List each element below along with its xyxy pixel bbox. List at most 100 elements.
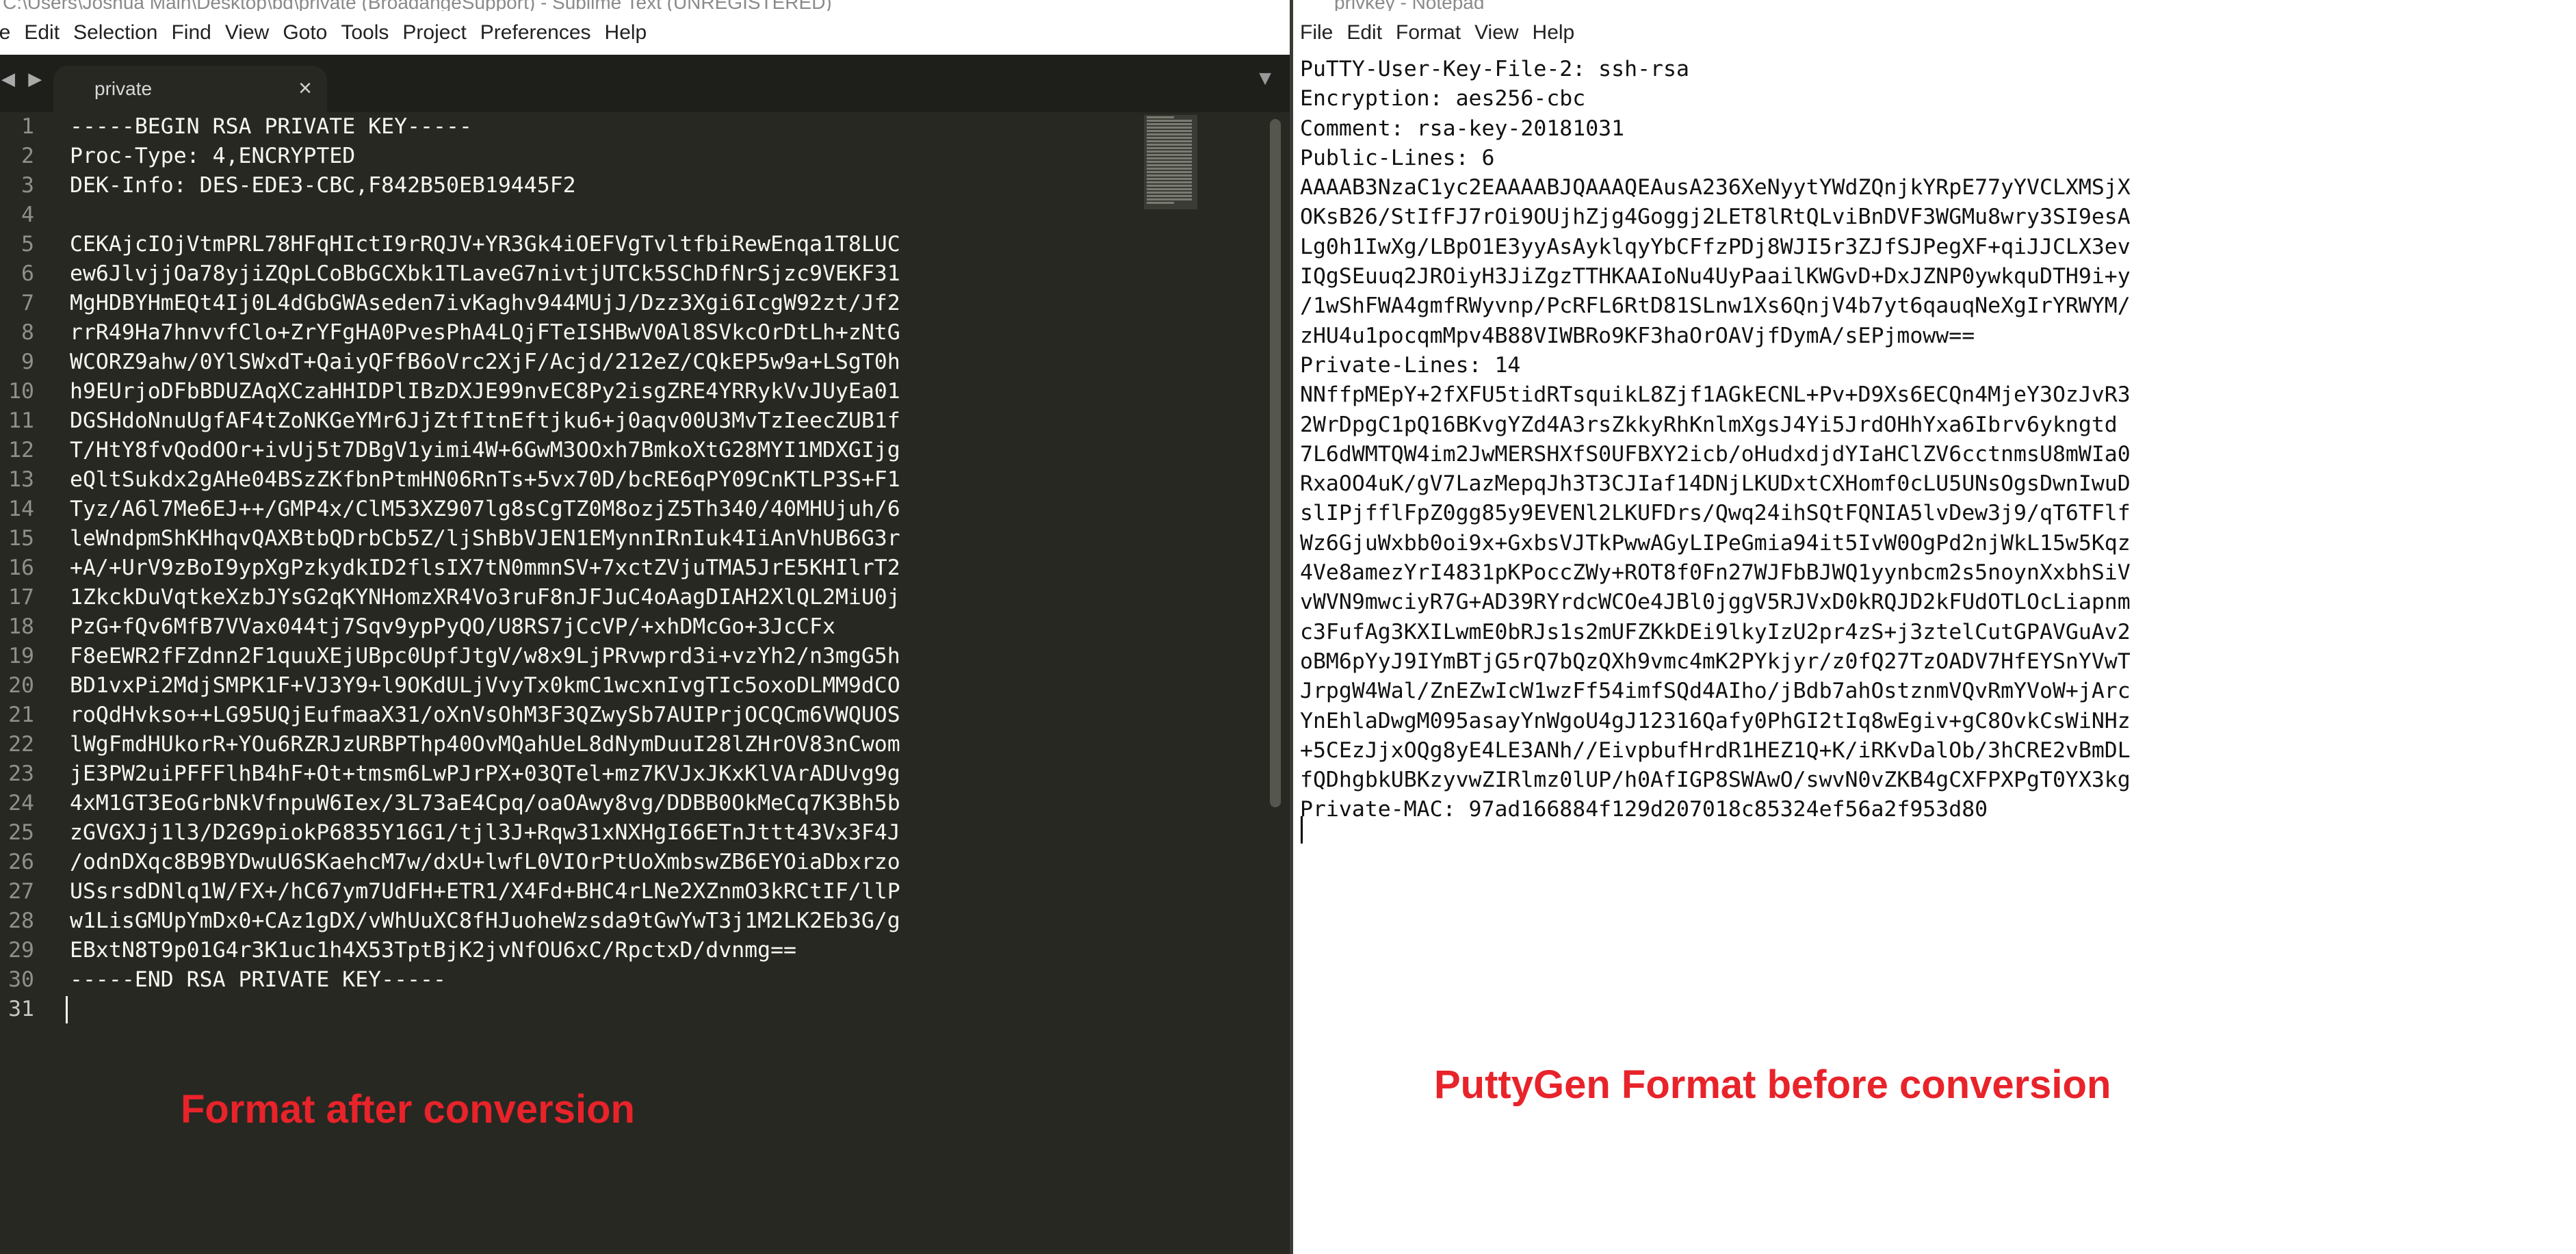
sublime-titlebar: C:\Users\Joshua Main\Desktop\bd\private … [0, 0, 1293, 11]
menu-selection[interactable]: Selection [73, 21, 157, 44]
code-line[interactable]: 21 roQdHvkso++LG95UQjEufmaaX31/oXnVsOhM3F… [0, 701, 1266, 730]
code-editor[interactable]: 1 -----BEGIN RSA PRIVATE KEY----- 2 Proc-Ty… [0, 112, 1266, 1254]
code-line[interactable]: 10 h9EUrjoDFbBDUZAqXCzaHHIDPlIBzDXJE99nvE… [0, 377, 1266, 406]
line-text: rrR49Ha7hnvvfClo+ZrYFgHA0PvesPhA4LQjFTeI… [70, 320, 900, 345]
menu-find[interactable]: Find [171, 21, 211, 44]
code-line[interactable]: 11 DGSHdoNnuUgfAF4tZoNKGeYMr6JjZtfItnEftj… [0, 406, 1266, 436]
menu-project[interactable]: Project [402, 21, 466, 44]
line-number: 3 [21, 173, 34, 198]
code-line[interactable]: 13 eQltSukdx2gAHe04BSzZKfbnPtmHN06RnTs+5v… [0, 465, 1266, 495]
code-line[interactable]: 9 WCORZ9ahw/0YlSWxdT+QaiyQFfB6oVrc2XjF/Ac… [0, 348, 1266, 377]
minimap-line [1147, 171, 1192, 173]
notepad-window-title: privkey - Notepad [1334, 0, 1485, 11]
minimap-line [1147, 181, 1192, 183]
line-number: 20 [8, 673, 34, 698]
code-line[interactable]: 25 zGVGXJj1l3/D2G9piokP6835Y16G1/tjl3J+Rq… [0, 818, 1266, 848]
line-number: 28 [8, 909, 34, 933]
line-text: roQdHvkso++LG95UQjEufmaaX31/oXnVsOhM3F3Q… [70, 703, 900, 727]
minimap[interactable] [1144, 115, 1197, 209]
code-line[interactable]: 27 USsrsdDNlq1W/FX+/hC67ym7UdFH+ETR1/X4Fd… [0, 877, 1266, 906]
code-line[interactable]: 20 BD1vxPi2MdjSMPK1F+VJ3Y9+l9OKdULjVvyTx0… [0, 671, 1266, 701]
menu-file[interactable]: le [0, 21, 10, 44]
line-text: eQltSukdx2gAHe04BSzZKfbnPtmHN06RnTs+5vx7… [70, 467, 900, 492]
code-line[interactable]: 29 EBxtN8T9p01G4r3K1uc1h4X53TptBjK2jvNfOU… [0, 936, 1266, 965]
line-text: -----END RSA PRIVATE KEY----- [70, 967, 446, 992]
notepad-menu-help[interactable]: Help [1533, 21, 1575, 44]
line-text: CEKAjcIOjVtmPRL78HFqHIctI9rRQJV+YR3Gk4iO… [70, 232, 900, 257]
line-text: T/HtY8fvQodOOr+ivUj5t7DBgV1yimi4W+6GwM3O… [70, 438, 900, 462]
code-line[interactable]: 31 [0, 995, 1266, 1024]
code-line[interactable]: 23 jE3PW2uiPFFFlhB4hF+Ot+tmsm6LwPJrPX+03Q… [0, 759, 1266, 789]
text-caret [1301, 816, 1303, 844]
code-line[interactable]: 8 rrR49Ha7hnvvfClo+ZrYFgHA0PvesPhA4LQjFTe… [0, 318, 1266, 348]
line-number: 27 [8, 879, 34, 904]
minimap-line [1147, 127, 1192, 129]
line-number: 15 [8, 526, 34, 551]
menu-tools[interactable]: Tools [341, 21, 389, 44]
menu-goto[interactable]: Goto [283, 21, 327, 44]
notepad-menu-file[interactable]: File [1300, 21, 1333, 44]
line-text: BD1vxPi2MdjSMPK1F+VJ3Y9+l9OKdULjVvyTx0km… [70, 673, 900, 698]
code-line[interactable]: 16 +A/+UrV9zBoI9ypXgPzkydkID2flsIX7tN0mmn… [0, 553, 1266, 583]
code-line[interactable]: 6 ew6JlvjjOa78yjiZQpLCoBbGCXbk1TLaveG7niv… [0, 259, 1266, 289]
menu-preferences[interactable]: Preferences [480, 21, 591, 44]
line-number: 19 [8, 644, 34, 668]
line-number: 29 [8, 938, 34, 963]
notepad-menu-format[interactable]: Format [1396, 21, 1461, 44]
line-number: 1 [21, 114, 34, 139]
code-line[interactable]: 26/odnDXqc8B9BYDwuU6SKaehcM7w/dxU+lwfL0V… [0, 848, 1266, 877]
code-line[interactable]: 22 lWgFmdHUkorR+YOu6RZRJzURBPThp40OvMQahU… [0, 730, 1266, 759]
line-number: 24 [8, 791, 34, 815]
line-number: 11 [8, 408, 34, 433]
line-number: 22 [8, 732, 34, 757]
menu-edit[interactable]: Edit [24, 21, 60, 44]
code-line[interactable]: 2 Proc-Type: 4,ENCRYPTED [0, 142, 1266, 171]
minimap-line [1147, 198, 1192, 200]
minimap-line [1147, 192, 1192, 194]
code-line[interactable]: 17 1ZkckDuVqtkeXzbJYsG2qKYNHomzXR4Vo3ruF8… [0, 583, 1266, 612]
minimap-line [1147, 144, 1192, 146]
line-text: /odnDXqc8B9BYDwuU6SKaehcM7w/dxU+lwfL0VIO… [70, 850, 900, 874]
code-line[interactable]: 4 [0, 200, 1266, 230]
code-line[interactable]: 15 leWndpmShKHhqvQAXBtbQDrbCb5Z/ljShBbVJE… [0, 524, 1266, 553]
line-number: 23 [8, 761, 34, 786]
code-line[interactable]: 28 w1LisGMUpYmDx0+CAz1gDX/vWhUuXC8fHJuohe… [0, 906, 1266, 936]
minimap-line [1147, 154, 1192, 156]
line-number: 10 [8, 379, 34, 404]
editor-scrollbar[interactable] [1270, 119, 1281, 807]
line-number: 25 [8, 820, 34, 845]
minimap-line [1147, 164, 1192, 166]
minimap-line [1147, 157, 1192, 159]
minimap-line [1147, 202, 1174, 204]
text-caret [66, 996, 68, 1023]
notepad-text-area[interactable]: PuTTY-User-Key-File-2: ssh-rsa Encryptio… [1300, 55, 2131, 825]
line-text: 1ZkckDuVqtkeXzbJYsG2qKYNHomzXR4Vo3ruF8nJ… [70, 585, 900, 610]
code-line[interactable]: 3 DEK-Info: DES-EDE3-CBC,F842B50EB19445F2 [0, 171, 1266, 200]
line-text: DEK-Info: DES-EDE3-CBC,F842B50EB19445F2 [70, 173, 576, 198]
notepad-menu-view[interactable]: View [1474, 21, 1518, 44]
minimap-line [1147, 137, 1192, 139]
menu-help[interactable]: Help [605, 21, 647, 44]
code-line[interactable]: 30 -----END RSA PRIVATE KEY----- [0, 965, 1266, 995]
code-line[interactable]: 12 T/HtY8fvQodOOr+ivUj5t7DBgV1yimi4W+6GwM… [0, 436, 1266, 465]
tab-private[interactable]: private × [53, 66, 327, 112]
tab-menu-icon[interactable]: ▼ [1255, 67, 1275, 90]
code-line[interactable]: 24 4xM1GT3EoGrbNkVfnpuW6Iex/3L73aE4Cpq/oa… [0, 789, 1266, 818]
line-text: jE3PW2uiPFFFlhB4hF+Ot+tmsm6LwPJrPX+03QTe… [70, 761, 900, 786]
code-line[interactable]: 1 -----BEGIN RSA PRIVATE KEY----- [0, 112, 1266, 142]
line-text: h9EUrjoDFbBDUZAqXCzaHHIDPlIBzDXJE99nvEC8… [70, 379, 900, 404]
line-number: 30 [8, 967, 34, 992]
code-line[interactable]: 18 PzG+fQv6MfB7VVax044tj7Sqv9ypPyQO/U8RS7… [0, 612, 1266, 642]
code-line[interactable]: 19 F8eEWR2fFZdnn2F1quuXEjUBpc0UpfJtgV/w8x… [0, 642, 1266, 671]
tab-close-icon[interactable]: × [298, 75, 312, 102]
code-line[interactable]: 5 CEKAjcIOjVtmPRL78HFqHIctI9rRQJV+YR3Gk4i… [0, 230, 1266, 259]
menu-view[interactable]: View [225, 21, 269, 44]
notepad-menu-edit[interactable]: Edit [1346, 21, 1382, 44]
line-number: 13 [8, 467, 34, 492]
minimap-line [1147, 174, 1192, 177]
code-line[interactable]: 7 MgHDBYHmEQt4Ij0L4dGbGWAseden7ivKaghv944… [0, 289, 1266, 318]
line-text: MgHDBYHmEQt4Ij0L4dGbGWAseden7ivKaghv944M… [70, 291, 900, 315]
code-line[interactable]: 14 Tyz/A6l7Me6EJ++/GMP4x/ClM53XZ907lg8sCg… [0, 495, 1266, 524]
line-number: 2 [21, 144, 34, 168]
tab-nav-arrows-icon[interactable]: ◀ ▶ [1, 68, 46, 90]
